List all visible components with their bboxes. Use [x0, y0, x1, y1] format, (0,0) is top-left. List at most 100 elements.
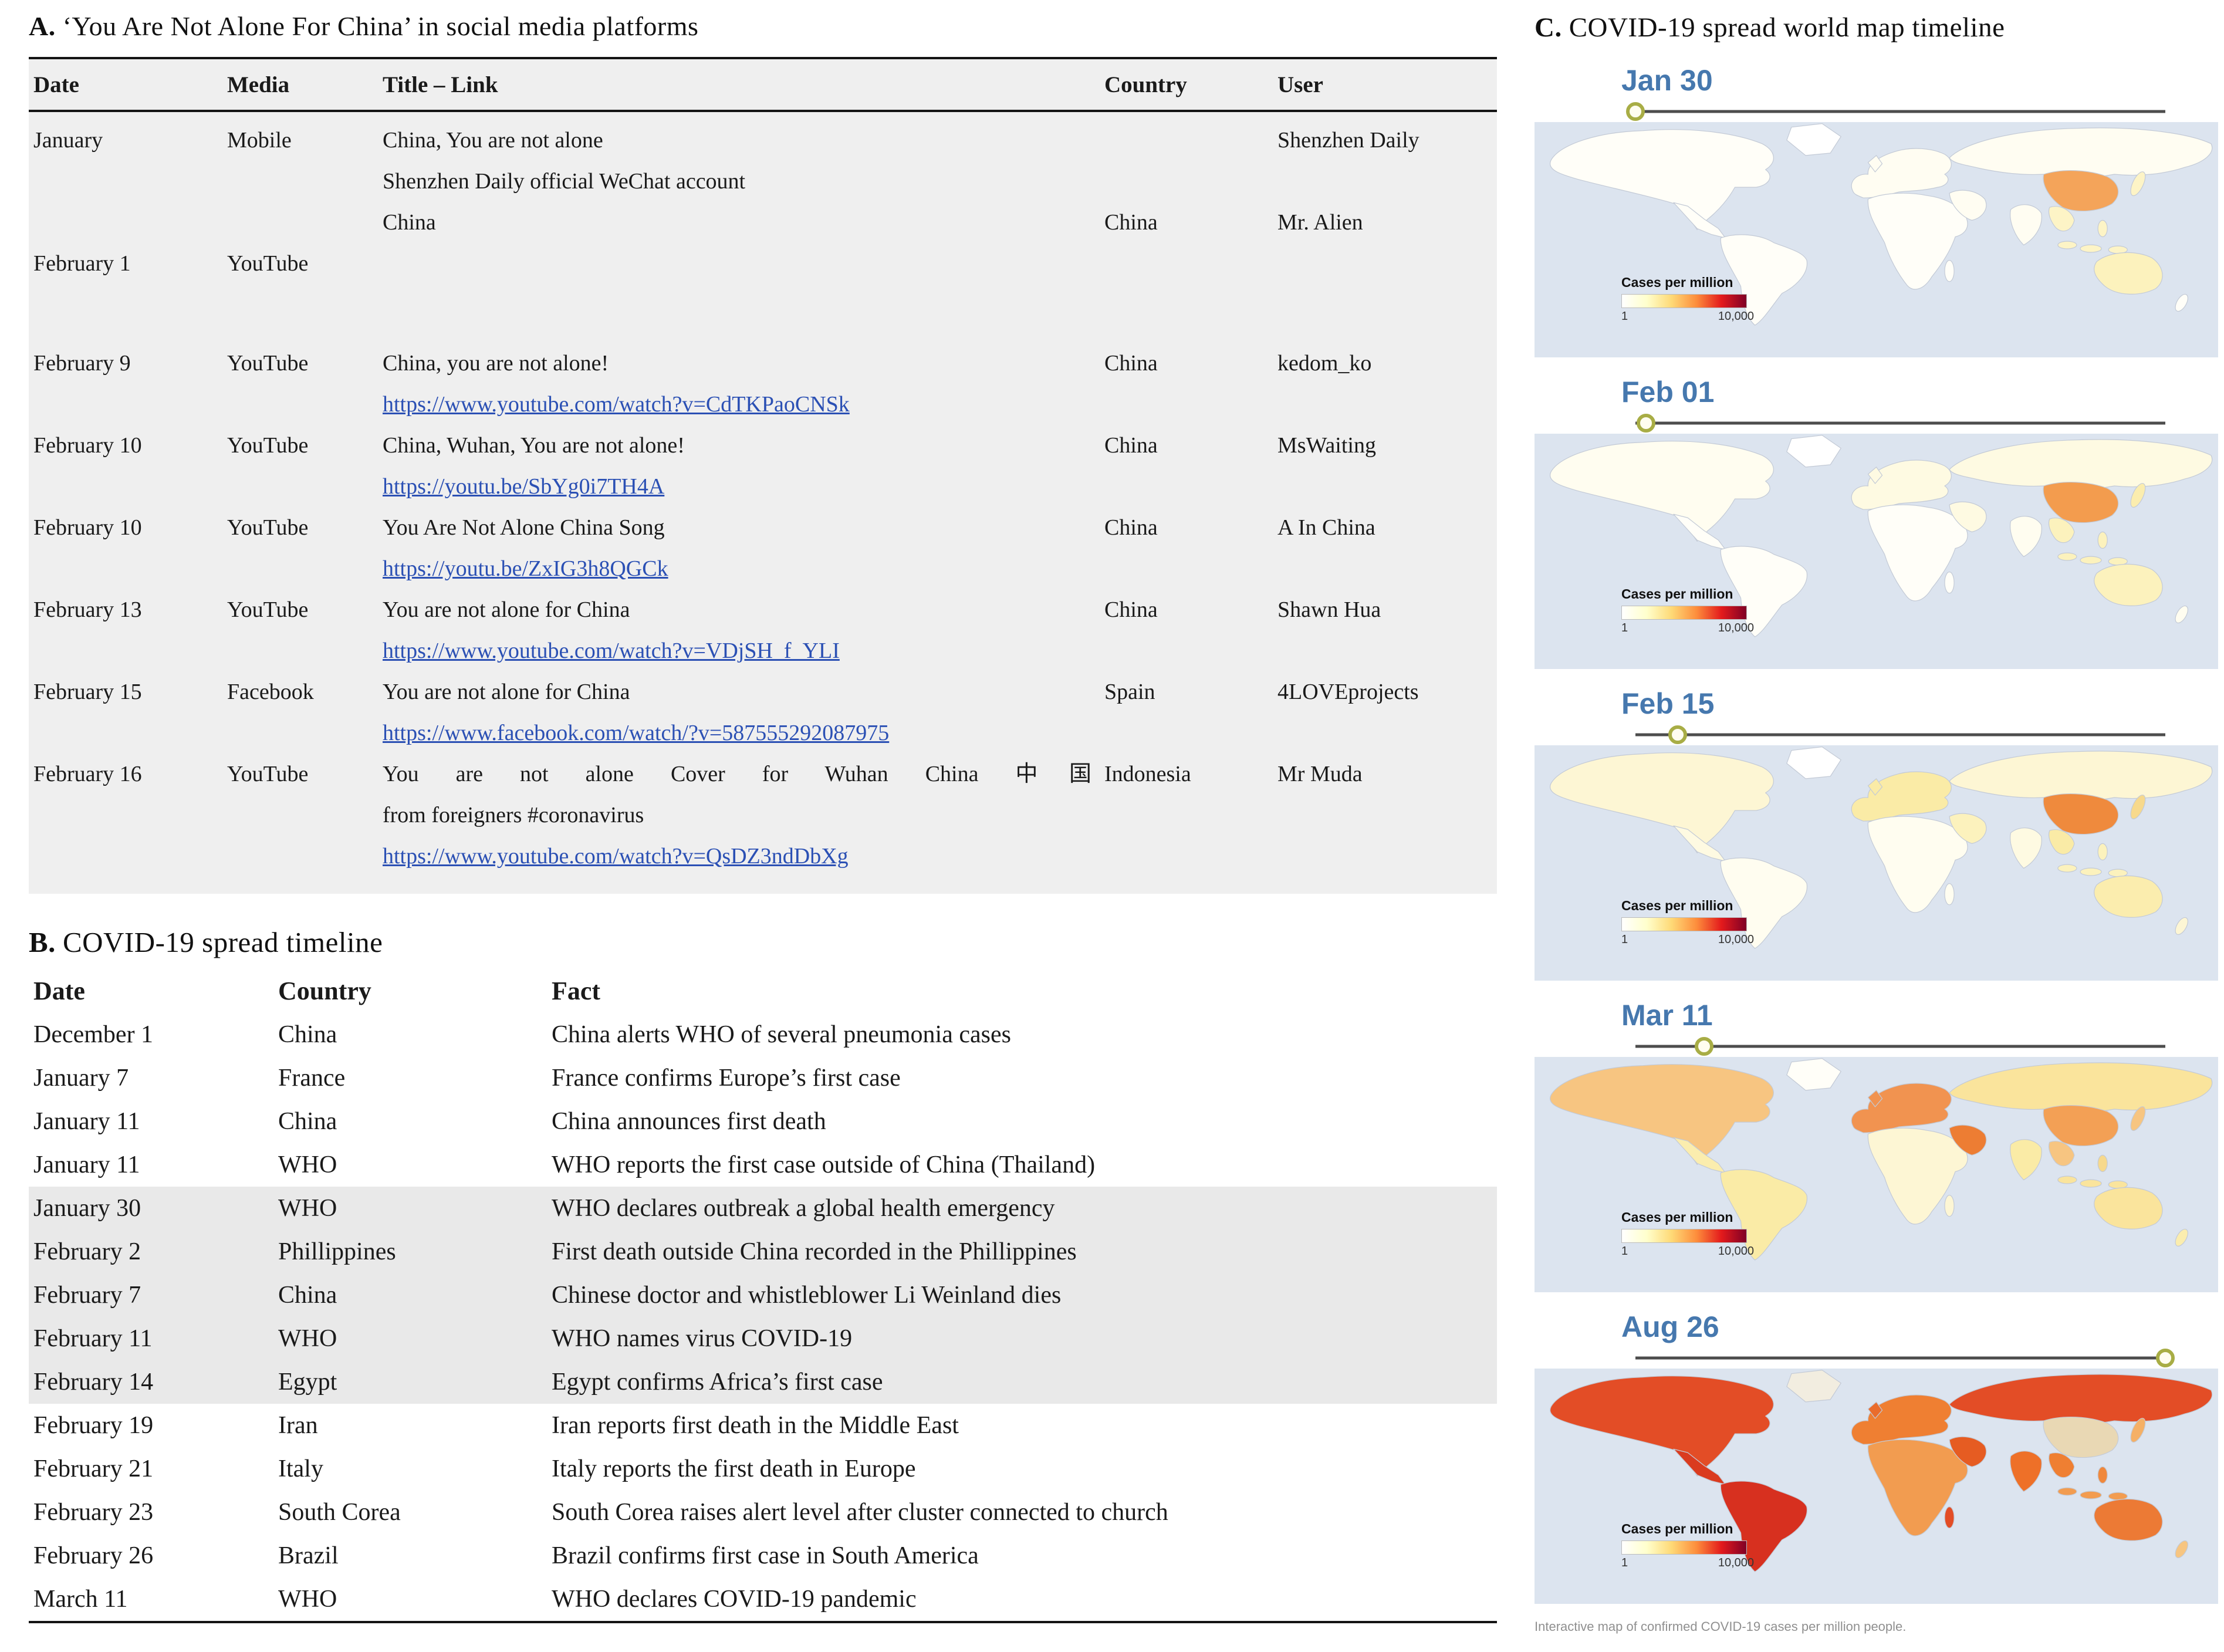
legend-min: 1: [1621, 621, 1628, 635]
video-title: China, You are not alone: [383, 128, 603, 153]
timeline-slider[interactable]: [1635, 727, 2165, 743]
cell-fact: Brazil confirms first case in South Amer…: [552, 1542, 1502, 1570]
table-row: February 10 YouTube China, Wuhan, You ar…: [33, 425, 1497, 467]
map-legend: Cases per million 1 10,000: [1621, 1210, 1754, 1258]
cell-fact: Chinese doctor and whistleblower Li Wein…: [552, 1281, 1502, 1309]
cell-country: South Corea: [278, 1498, 552, 1526]
panel-a-title-text: ‘You Are Not Alone For China’ in social …: [63, 11, 699, 41]
slider-handle[interactable]: [1637, 414, 1655, 433]
cell-country: Egypt: [278, 1368, 552, 1396]
panel-c-title-text: COVID-19 spread world map timeline: [1569, 12, 2005, 43]
panel-b-title-text: COVID-19 spread timeline: [63, 926, 383, 958]
legend-title: Cases per million: [1621, 586, 1754, 602]
cell-media: [227, 467, 383, 508]
cell-date: February 9: [33, 343, 227, 384]
slider-handle[interactable]: [1695, 1037, 1713, 1056]
cell-user: [1277, 384, 1502, 425]
cell-country: [1104, 795, 1277, 836]
cell-date: January 11: [33, 1107, 278, 1136]
cell-user: [1277, 161, 1502, 202]
video-link[interactable]: https://www.facebook.com/watch/?v=587555…: [383, 721, 889, 745]
timeline-slider[interactable]: [1635, 103, 2165, 120]
legend-labels: 1 10,000: [1621, 310, 1754, 323]
table-row: December 1 China China alerts WHO of sev…: [29, 1013, 1497, 1056]
slider-handle[interactable]: [1626, 102, 1645, 121]
map-card-header: Jan 30: [1535, 61, 2218, 120]
cell-date: January 11: [33, 1151, 278, 1179]
cell-title-link: Shenzhen Daily official WeChat account: [383, 161, 1104, 202]
cell-user: [1277, 244, 1502, 285]
table-row: February 2 Phillippines First death outs…: [29, 1230, 1497, 1273]
video-title: You are not alone for China: [383, 680, 630, 704]
timeline-slider[interactable]: [1635, 1350, 2165, 1366]
video-title: Shenzhen Daily official WeChat account: [383, 169, 745, 194]
slider-handle[interactable]: [1668, 725, 1687, 744]
cell-fact: First death outside China recorded in th…: [552, 1238, 1502, 1266]
timeline-slider[interactable]: [1635, 1038, 2165, 1055]
col-header-user: User: [1277, 72, 1502, 98]
slider-track[interactable]: [1635, 422, 2165, 425]
right-column: C.COVID-19 spread world map timeline Jan…: [1535, 12, 2218, 1634]
table-row: February 26 Brazil Brazil confirms first…: [29, 1534, 1497, 1577]
panel-a-title: A.‘You Are Not Alone For China’ in socia…: [29, 11, 1497, 42]
cell-date: February 11: [33, 1325, 278, 1353]
map-card-header: Feb 01: [1535, 373, 2218, 431]
timeline-table-body: December 1 China China alerts WHO of sev…: [29, 1013, 1497, 1621]
cell-user: Mr Muda: [1277, 754, 1502, 795]
timeline-slider[interactable]: [1635, 415, 2165, 431]
cell-user: kedom_ko: [1277, 343, 1502, 384]
cell-date: February 10: [33, 425, 227, 467]
cell-user: Shenzhen Daily: [1277, 120, 1502, 161]
legend-title: Cases per million: [1621, 898, 1754, 914]
cell-media: [227, 713, 383, 754]
cell-country: Indonesia: [1104, 754, 1277, 795]
legend-gradient: [1621, 606, 1747, 620]
panel-c-title: C.COVID-19 spread world map timeline: [1535, 12, 2218, 43]
cell-title-link: China: [383, 202, 1104, 244]
cell-user: [1277, 631, 1502, 672]
cell-media: YouTube: [227, 244, 383, 285]
cell-date: February 1: [33, 244, 227, 285]
cell-fact: France confirms Europe’s first case: [552, 1064, 1502, 1092]
cell-title-link: You are not alone Cover for Wuhan China …: [383, 754, 1104, 795]
slider-track[interactable]: [1635, 110, 2165, 113]
cell-date: January 30: [33, 1194, 278, 1222]
cell-title-link: You are not alone for China: [383, 672, 1104, 713]
cell-date: February 26: [33, 1542, 278, 1570]
social-media-table-body: January Mobile China, You are not alone …: [29, 112, 1497, 877]
video-link[interactable]: https://youtu.be/ZxIG3h8QGCk: [383, 556, 668, 581]
video-title: China, Wuhan, You are not alone!: [383, 433, 685, 458]
slider-track[interactable]: [1635, 1045, 2165, 1048]
cell-date: [33, 161, 227, 202]
slider-track[interactable]: [1635, 734, 2165, 737]
cell-date: February 7: [33, 1281, 278, 1309]
cell-country: China: [278, 1281, 552, 1309]
cell-fact: Iran reports first death in the Middle E…: [552, 1411, 1502, 1440]
cell-country: WHO: [278, 1585, 552, 1613]
video-link[interactable]: https://www.youtube.com/watch?v=VDjSH_f_…: [383, 638, 840, 663]
cell-fact: Egypt confirms Africa’s first case: [552, 1368, 1502, 1396]
slider-handle[interactable]: [2156, 1349, 2175, 1367]
legend-max: 10,000: [1718, 1245, 1754, 1258]
video-link[interactable]: https://www.youtube.com/watch?v=CdTKPaoC…: [383, 392, 850, 417]
cell-user: [1277, 549, 1502, 590]
cell-user: 4LOVEprojects: [1277, 672, 1502, 713]
cell-fact: China announces first death: [552, 1107, 1502, 1136]
table-row: [33, 285, 1497, 343]
map-card: Feb 01 Cases per million 1: [1535, 373, 2218, 669]
legend-gradient: [1621, 1540, 1747, 1555]
video-title: You are not alone Cover for Wuhan China …: [383, 754, 1091, 794]
slider-track[interactable]: [1635, 1357, 2165, 1360]
video-link[interactable]: https://www.youtube.com/watch?v=QsDZ3ndD…: [383, 844, 849, 869]
table-row: January 11 China China announces first d…: [29, 1100, 1497, 1143]
table-row: February 19 Iran Iran reports first deat…: [29, 1404, 1497, 1447]
cell-fact: Italy reports the first death in Europe: [552, 1455, 1502, 1483]
table-row: February 11 WHO WHO names virus COVID-19: [29, 1317, 1497, 1360]
table-row: February 7 China Chinese doctor and whis…: [29, 1273, 1497, 1317]
video-title: from foreigners #coronavirus: [383, 803, 644, 827]
video-link[interactable]: https://youtu.be/SbYg0i7TH4A: [383, 474, 664, 499]
timeline-table-header: Date Country Fact: [29, 968, 1497, 1013]
cell-date: [33, 285, 227, 343]
cell-date: February 14: [33, 1368, 278, 1396]
panel-a-label: A.: [29, 11, 56, 41]
